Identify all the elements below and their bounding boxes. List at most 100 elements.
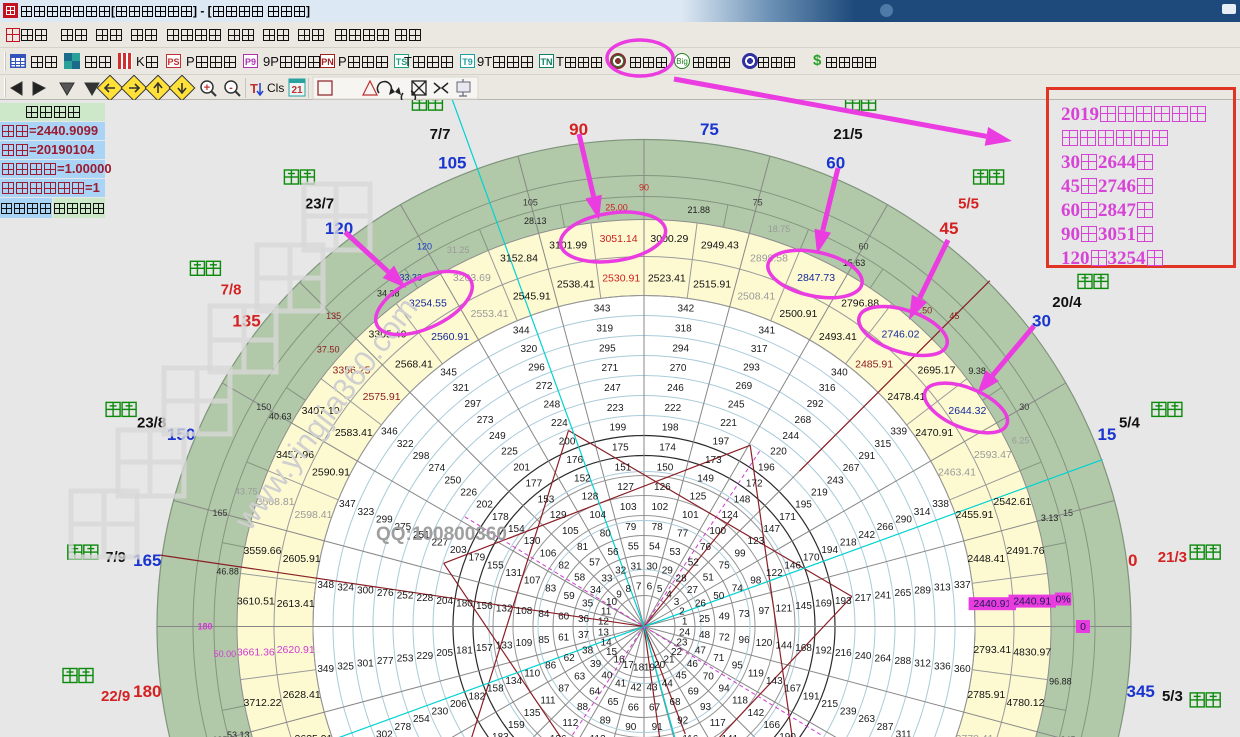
svg-text:70: 70 — [703, 671, 715, 682]
svg-text:342: 342 — [678, 304, 695, 315]
svg-text:+: + — [204, 82, 210, 94]
svg-text:T: T — [250, 81, 258, 96]
svg-text:72: 72 — [719, 633, 731, 644]
svg-text:126: 126 — [654, 482, 671, 493]
svg-text:219: 219 — [811, 488, 828, 499]
svg-text:336: 336 — [934, 661, 951, 672]
svg-text:76: 76 — [700, 542, 712, 553]
svg-text:3: 3 — [674, 597, 680, 608]
svg-text:21/3: 21/3 — [1158, 549, 1187, 566]
svg-text:203: 203 — [450, 545, 467, 556]
svg-text:204: 204 — [436, 596, 453, 607]
svg-text:3203.69: 3203.69 — [453, 272, 491, 284]
svg-text:2598.41: 2598.41 — [295, 509, 333, 521]
svg-text:301: 301 — [357, 659, 374, 670]
svg-text:230: 230 — [431, 707, 448, 718]
svg-text:53.13: 53.13 — [227, 730, 250, 737]
svg-text:133: 133 — [496, 640, 513, 651]
svg-text:276: 276 — [377, 588, 394, 599]
svg-text:2530.91: 2530.91 — [602, 273, 640, 285]
svg-text:249: 249 — [489, 431, 506, 442]
svg-text:40: 40 — [601, 670, 613, 681]
svg-text:151: 151 — [615, 462, 632, 473]
svg-text:50: 50 — [713, 591, 725, 602]
svg-text:158: 158 — [487, 684, 504, 695]
svg-text:130: 130 — [524, 536, 541, 547]
svg-text:8: 8 — [626, 584, 632, 595]
svg-text:2613.41: 2613.41 — [277, 598, 315, 610]
svg-text:146: 146 — [784, 560, 801, 571]
svg-text:348: 348 — [317, 580, 334, 591]
svg-text:2553.41: 2553.41 — [471, 308, 509, 320]
svg-text:173: 173 — [705, 455, 722, 466]
svg-text:2478.41: 2478.41 — [887, 391, 925, 403]
svg-text:0: 0 — [1128, 551, 1137, 570]
svg-text:37: 37 — [578, 630, 590, 641]
svg-text:75: 75 — [753, 198, 763, 208]
svg-text:77: 77 — [677, 529, 689, 540]
svg-text:33.33: 33.33 — [399, 272, 422, 282]
svg-text:89: 89 — [600, 715, 612, 726]
svg-text:221: 221 — [720, 418, 737, 429]
svg-text:343: 343 — [594, 304, 611, 315]
svg-text:9: 9 — [616, 590, 622, 601]
svg-text:268: 268 — [795, 415, 812, 426]
svg-text:273: 273 — [477, 415, 494, 426]
svg-text:319: 319 — [596, 324, 613, 335]
svg-text:64: 64 — [589, 686, 601, 697]
svg-text:298: 298 — [413, 451, 430, 462]
svg-text:42: 42 — [630, 683, 642, 694]
svg-text:269: 269 — [736, 381, 753, 392]
svg-text:23: 23 — [676, 638, 688, 649]
svg-text:2455.91: 2455.91 — [956, 509, 994, 521]
svg-text:39: 39 — [590, 659, 602, 670]
svg-text:2560.91: 2560.91 — [431, 331, 469, 343]
svg-text:150: 150 — [256, 402, 271, 412]
svg-text:264: 264 — [875, 654, 892, 665]
svg-text:321: 321 — [452, 383, 469, 394]
svg-text:66: 66 — [628, 702, 640, 713]
svg-text:245: 245 — [728, 399, 745, 410]
svg-text:317: 317 — [751, 344, 768, 355]
svg-text:271: 271 — [602, 363, 619, 374]
svg-text:62: 62 — [564, 653, 576, 664]
svg-text:120: 120 — [325, 219, 353, 238]
svg-text:127: 127 — [617, 482, 634, 493]
svg-text:2463.41: 2463.41 — [938, 467, 976, 479]
svg-text:90: 90 — [625, 722, 637, 733]
svg-text:25.00: 25.00 — [605, 202, 628, 212]
svg-text:341: 341 — [758, 325, 775, 336]
svg-text:267: 267 — [843, 463, 860, 474]
svg-text:63: 63 — [574, 671, 586, 682]
svg-text:87: 87 — [558, 684, 570, 695]
svg-text:3152.84: 3152.84 — [500, 253, 538, 265]
svg-text:2898.58: 2898.58 — [750, 253, 788, 265]
svg-text:56: 56 — [607, 547, 619, 558]
svg-text:67: 67 — [649, 702, 661, 713]
svg-text:60: 60 — [826, 154, 845, 173]
svg-text:2793.41: 2793.41 — [973, 644, 1011, 656]
svg-text:40.63: 40.63 — [269, 412, 292, 422]
svg-text:2493.41: 2493.41 — [819, 331, 857, 343]
svg-text:179: 179 — [468, 553, 485, 564]
svg-text:2491.76: 2491.76 — [1007, 545, 1045, 557]
svg-text:2440.91: 2440.91 — [1013, 596, 1051, 608]
svg-text:2949.43: 2949.43 — [701, 240, 739, 252]
svg-text:45: 45 — [940, 219, 959, 238]
svg-text:296: 296 — [528, 362, 545, 373]
svg-text:75: 75 — [700, 120, 719, 139]
svg-text:247: 247 — [604, 383, 621, 394]
svg-text:250: 250 — [444, 475, 461, 486]
svg-text:48: 48 — [699, 630, 711, 641]
svg-text:38: 38 — [582, 645, 594, 656]
svg-text:289: 289 — [914, 585, 931, 596]
svg-text:241: 241 — [875, 591, 892, 602]
svg-text:229: 229 — [417, 651, 434, 662]
svg-text:122: 122 — [766, 568, 783, 579]
svg-text:244: 244 — [782, 431, 799, 442]
svg-text:2568.41: 2568.41 — [395, 359, 433, 371]
svg-text:9.38: 9.38 — [968, 366, 986, 376]
svg-text:-: - — [229, 82, 233, 94]
svg-text:2440.91: 2440.91 — [973, 598, 1011, 610]
svg-text:242: 242 — [858, 530, 875, 541]
